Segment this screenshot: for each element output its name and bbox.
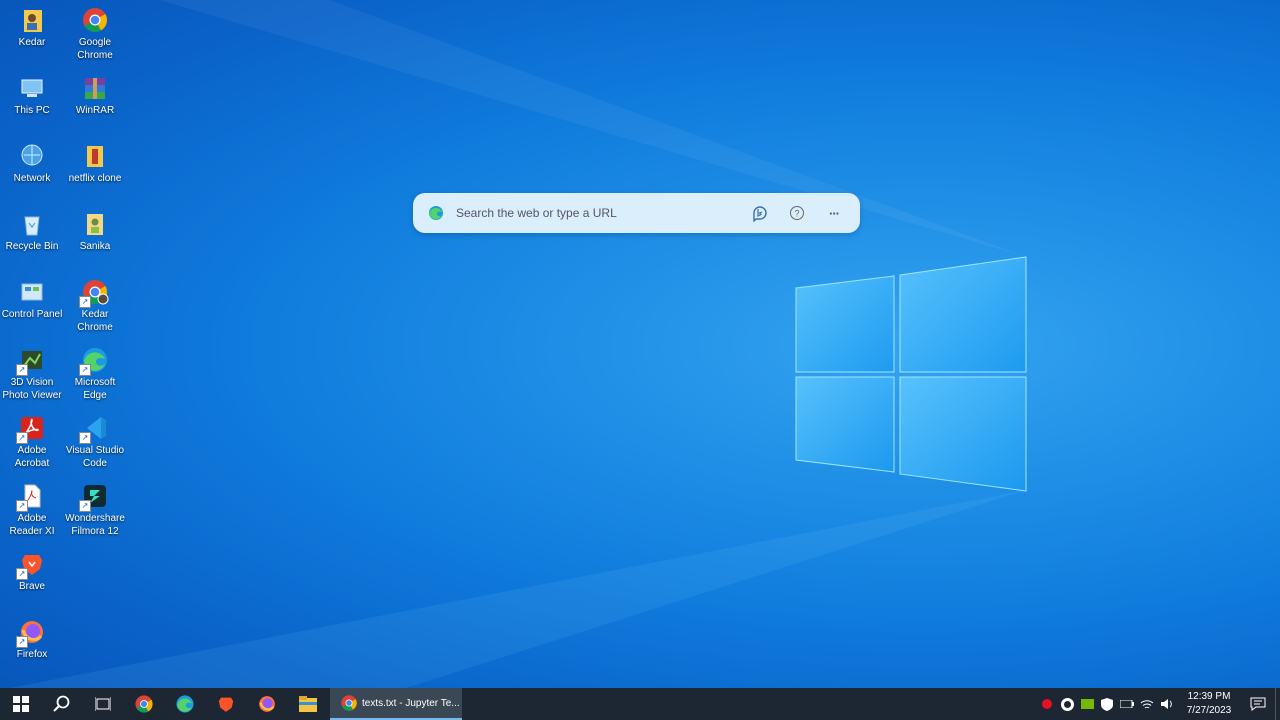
bing-chat-button[interactable] <box>749 202 771 224</box>
desktop-icon-filmora[interactable]: ↗ Wondershare Filmora 12 <box>63 478 127 538</box>
shortcut-arrow-icon: ↗ <box>16 500 28 512</box>
chrome-icon <box>341 695 357 711</box>
desktop-icon-google-chrome[interactable]: Google Chrome <box>63 2 127 62</box>
desktop-icon-kedar-chrome[interactable]: ↗ Kedar Chrome <box>63 274 127 334</box>
shortcut-arrow-icon: ↗ <box>79 296 91 308</box>
shortcut-arrow-icon: ↗ <box>79 432 91 444</box>
desktop-icon-adobe-reader[interactable]: ↗ Adobe Reader XI <box>0 478 64 538</box>
desktop-icon-brave[interactable]: ↗ Brave <box>0 546 64 593</box>
help-button[interactable]: ? <box>786 202 808 224</box>
edge-icon <box>175 695 194 713</box>
network-icon <box>18 142 46 170</box>
security-shield-icon[interactable] <box>1097 694 1117 714</box>
desktop-icon-microsoft-edge[interactable]: ↗ Microsoft Edge <box>63 342 127 402</box>
taskbar-active-window[interactable]: texts.txt - Jupyter Te... <box>330 688 462 720</box>
taskbar: texts.txt - Jupyter Te... 12:39 PM 7/27/… <box>0 688 1280 720</box>
desktop-icon-netflix-clone[interactable]: netflix clone <box>63 138 127 185</box>
firefox-icon: ↗ <box>16 618 46 648</box>
search-input[interactable] <box>454 205 749 221</box>
shortcut-arrow-icon: ↗ <box>79 500 91 512</box>
control-panel-icon <box>18 278 46 306</box>
start-button[interactable] <box>0 688 41 720</box>
bing-icon <box>753 206 767 222</box>
shortcut-arrow-icon: ↗ <box>16 364 28 376</box>
filmora-icon: ↗ <box>79 482 109 512</box>
edge-icon: ↗ <box>79 346 109 376</box>
desktop-icon-winrar[interactable]: WinRAR <box>63 70 127 117</box>
taskbar-edge[interactable] <box>164 688 205 720</box>
taskbar-firefox[interactable] <box>246 688 287 720</box>
shortcut-arrow-icon: ↗ <box>16 432 28 444</box>
task-view-button[interactable] <box>82 688 123 720</box>
desktop: Kedar This PC Network Recycle Bin Contro… <box>0 0 1280 688</box>
show-desktop-button[interactable] <box>1275 688 1280 720</box>
computer-icon <box>18 74 46 102</box>
user-folder-icon <box>81 210 109 238</box>
desktop-icon-3d-vision[interactable]: ↗ 3D Vision Photo Viewer <box>0 342 64 402</box>
winrar-icon <box>81 74 109 102</box>
brave-icon <box>218 697 233 712</box>
shortcut-arrow-icon: ↗ <box>16 568 28 580</box>
firefox-icon <box>258 696 275 712</box>
taskbar-chrome[interactable] <box>123 688 164 720</box>
help-icon: ? <box>790 206 804 220</box>
brave-icon: ↗ <box>16 550 46 580</box>
shortcut-arrow-icon: ↗ <box>16 636 28 648</box>
grammarly-icon[interactable] <box>1057 694 1077 714</box>
taskbar-search-button[interactable] <box>41 688 82 720</box>
record-indicator-icon[interactable] <box>1037 694 1057 714</box>
desktop-icon-kedar[interactable]: Kedar <box>0 2 64 49</box>
acrobat-icon: ↗ <box>16 414 46 444</box>
chrome-icon <box>81 6 109 34</box>
notification-icon <box>1250 697 1266 711</box>
clock-time: 12:39 PM <box>1187 691 1231 702</box>
desktop-icon-network[interactable]: Network <box>0 138 64 185</box>
desktop-icon-this-pc[interactable]: This PC <box>0 70 64 117</box>
taskbar-file-explorer[interactable] <box>287 688 328 720</box>
desktop-icon-vscode[interactable]: ↗ Visual Studio Code <box>63 410 127 470</box>
taskbar-brave[interactable] <box>205 688 246 720</box>
search-icon <box>52 695 69 712</box>
reader-icon: ↗ <box>16 482 46 512</box>
chrome-icon <box>134 695 153 713</box>
desktop-icon-control-panel[interactable]: Control Panel <box>0 274 64 321</box>
volume-icon[interactable] <box>1157 694 1177 714</box>
shortcut-arrow-icon: ↗ <box>79 364 91 376</box>
task-view-icon <box>94 697 111 711</box>
battery-icon[interactable] <box>1117 694 1137 714</box>
desktop-icon-sanika[interactable]: Sanika <box>63 206 127 253</box>
edge-icon <box>429 206 443 220</box>
folder-icon <box>81 142 109 170</box>
svg-text:?: ? <box>794 209 799 219</box>
start-icon <box>12 696 29 712</box>
user-folder-icon <box>18 6 46 34</box>
taskbar-window-title: texts.txt - Jupyter Te... <box>362 697 460 709</box>
taskbar-clock[interactable]: 12:39 PM 7/27/2023 <box>1181 690 1237 718</box>
more-icon: ··· <box>829 205 840 221</box>
nvidia-icon[interactable] <box>1077 694 1097 714</box>
web-search-bar[interactable]: ? ··· <box>413 193 860 233</box>
desktop-icon-firefox[interactable]: ↗ Firefox <box>0 614 64 661</box>
recycle-bin-icon <box>18 210 46 238</box>
clock-date: 7/27/2023 <box>1186 705 1232 716</box>
vscode-icon: ↗ <box>79 414 109 444</box>
photo-viewer-icon: ↗ <box>16 346 46 376</box>
desktop-icon-recycle-bin[interactable]: Recycle Bin <box>0 206 64 253</box>
more-options-button[interactable]: ··· <box>823 202 845 224</box>
action-center-button[interactable] <box>1241 688 1275 720</box>
desktop-icon-adobe-acrobat[interactable]: ↗ Adobe Acrobat <box>0 410 64 470</box>
system-tray: 12:39 PM 7/27/2023 <box>1037 688 1280 720</box>
wifi-icon[interactable] <box>1137 694 1157 714</box>
chrome-profile-icon: ↗ <box>79 278 109 308</box>
file-explorer-icon <box>298 696 317 712</box>
